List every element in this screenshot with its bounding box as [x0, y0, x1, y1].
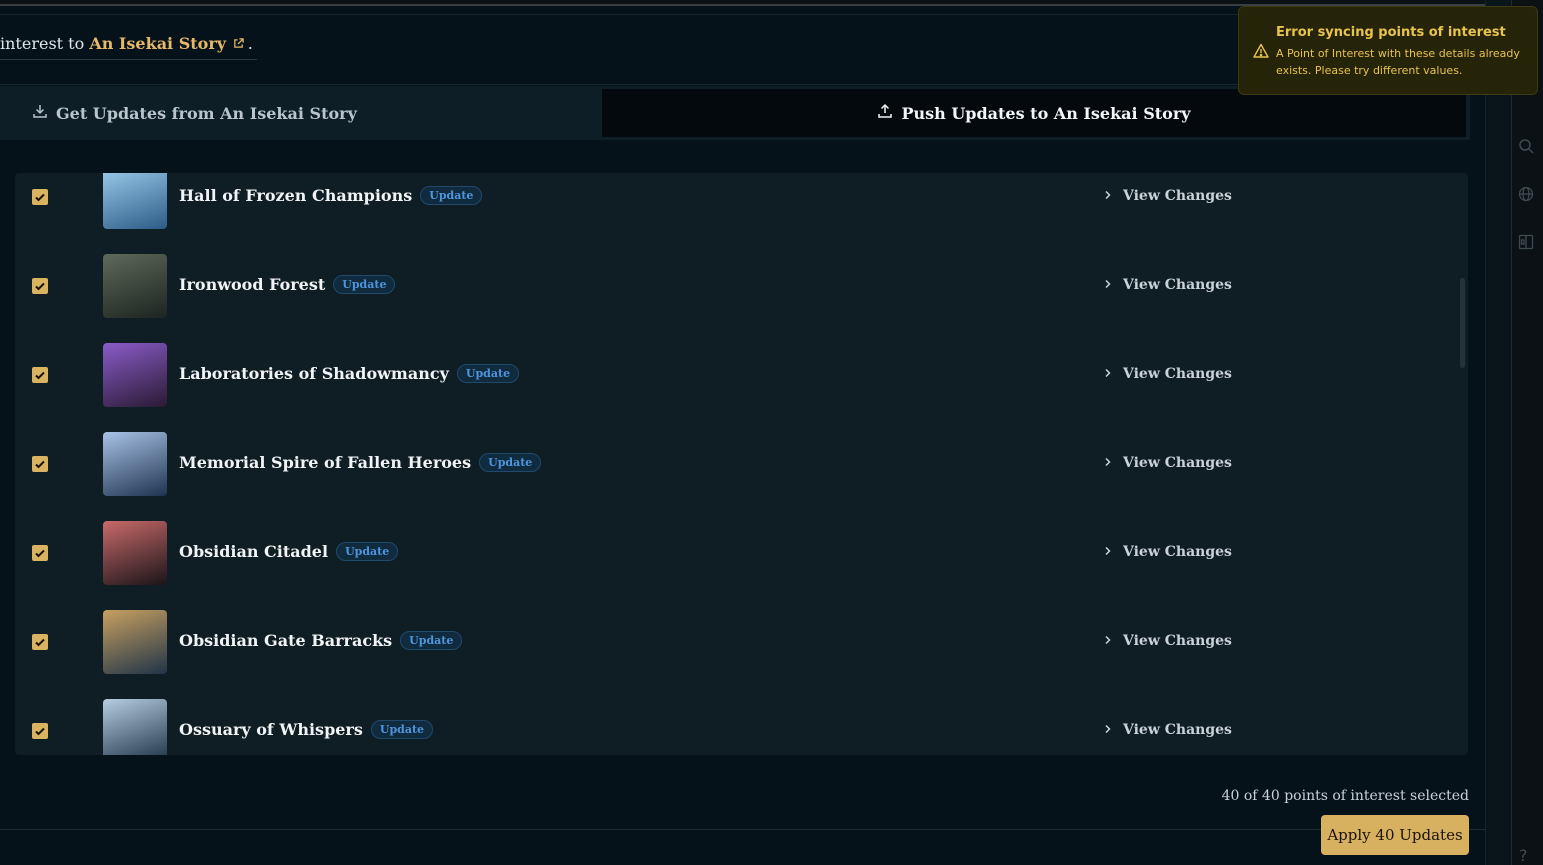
item-checkbox[interactable]: [32, 367, 48, 383]
view-changes-label: View Changes: [1123, 544, 1232, 560]
external-link-icon[interactable]: [229, 38, 248, 52]
list-item[interactable]: Memorial Spire of Fallen Heroes Update Vie…: [15, 420, 1455, 509]
list-item[interactable]: Obsidian Gate Barracks Update View Changes: [15, 598, 1455, 687]
update-badge: Update: [456, 364, 520, 383]
item-checkbox[interactable]: [32, 634, 48, 650]
globe-icon[interactable]: [1518, 186, 1536, 204]
item-thumbnail: [103, 254, 167, 318]
chevron-right-icon: [1103, 188, 1113, 204]
view-changes-label: View Changes: [1123, 455, 1232, 471]
item-thumbnail: [103, 521, 167, 585]
tab-push-updates-label: Push Updates to An Isekai Story: [901, 103, 1191, 123]
footer-divider: [0, 829, 1485, 830]
list-item[interactable]: Obsidian Citadel Update View Changes: [15, 509, 1455, 598]
item-name-label: Ossuary of Whispers: [179, 720, 363, 739]
list-item[interactable]: Ossuary of Whispers Update View Changes: [15, 687, 1455, 755]
item-name-label: Memorial Spire of Fallen Heroes: [179, 453, 472, 472]
update-badge: Update: [479, 453, 542, 472]
update-badge: Update: [336, 542, 399, 561]
item-checkbox[interactable]: [32, 723, 48, 739]
world-link[interactable]: An Isekai Story: [89, 34, 226, 53]
view-changes-button[interactable]: View Changes: [1103, 188, 1232, 204]
view-changes-button[interactable]: View Changes: [1103, 722, 1232, 738]
right-rail: [1511, 0, 1543, 865]
item-thumbnail: [103, 699, 167, 755]
update-badge: Update: [370, 720, 434, 739]
apply-updates-button[interactable]: Apply 40 Updates: [1321, 815, 1469, 855]
item-checkbox[interactable]: [32, 189, 48, 205]
item-thumbnail: [103, 610, 167, 674]
item-thumbnail: [103, 173, 167, 229]
item-name: Laboratories of Shadowmancy Update: [179, 364, 520, 383]
view-changes-button[interactable]: View Changes: [1103, 277, 1232, 293]
item-name: Memorial Spire of Fallen Heroes Update: [179, 453, 542, 472]
item-name-label: Obsidian Citadel: [179, 542, 329, 561]
chevron-right-icon: [1103, 366, 1113, 382]
chevron-right-icon: [1103, 455, 1113, 471]
item-name: Ironwood Forest Update: [179, 275, 396, 294]
chevron-right-icon: [1103, 633, 1113, 649]
toast-message: A Point of Interest with these details a…: [1276, 47, 1520, 77]
view-changes-label: View Changes: [1123, 633, 1232, 649]
view-changes-button[interactable]: View Changes: [1103, 544, 1232, 560]
tab-get-updates-label: Get Updates from An Isekai Story: [56, 103, 357, 123]
list-item[interactable]: Laboratories of Shadowmancy Update View Ch…: [15, 331, 1455, 420]
item-name-label: Obsidian Gate Barracks: [179, 631, 393, 650]
update-badge: Update: [333, 275, 396, 294]
chevron-right-icon: [1103, 277, 1113, 293]
view-changes-label: View Changes: [1123, 277, 1232, 293]
view-changes-button[interactable]: View Changes: [1103, 366, 1232, 382]
error-toast: Error syncing points of interest A Point…: [1238, 6, 1538, 95]
update-badge: Update: [400, 631, 463, 650]
download-icon: [32, 103, 48, 123]
intro-text: interest to An Isekai Story .: [0, 34, 257, 60]
view-changes-label: View Changes: [1123, 722, 1232, 738]
upload-icon: [877, 103, 893, 123]
tab-push-updates[interactable]: Push Updates to An Isekai Story: [602, 89, 1466, 137]
chevron-right-icon: [1103, 544, 1113, 560]
list-item[interactable]: Ironwood Forest Update View Changes: [15, 242, 1455, 331]
item-name-label: Laboratories of Shadowmancy: [179, 364, 449, 383]
item-checkbox[interactable]: [32, 545, 48, 561]
item-name: Hall of Frozen Champions Update: [179, 186, 483, 205]
intro-suffix: .: [247, 34, 253, 53]
list-scrollbar-thumb[interactable]: [1460, 278, 1465, 368]
item-name: Obsidian Citadel Update: [179, 542, 399, 561]
right-gutter: [1485, 0, 1511, 865]
item-name: Ossuary of Whispers Update: [179, 720, 434, 739]
toast-title: Error syncing points of interest: [1276, 25, 1506, 40]
item-name: Obsidian Gate Barracks Update: [179, 631, 463, 650]
warning-icon: [1253, 43, 1269, 59]
item-thumbnail: [103, 343, 167, 407]
view-changes-button[interactable]: View Changes: [1103, 455, 1232, 471]
view-changes-label: View Changes: [1123, 188, 1232, 204]
update-badge: Update: [420, 186, 483, 205]
panel-toggle-icon[interactable]: [1518, 234, 1536, 252]
selected-count: 40 of 40 points of interest selected: [1221, 788, 1469, 804]
list-item[interactable]: Hall of Frozen Champions Update View Chang…: [15, 173, 1455, 242]
chevron-right-icon: [1103, 722, 1113, 738]
search-icon[interactable]: [1518, 138, 1536, 156]
item-thumbnail: [103, 432, 167, 496]
help-icon[interactable]: ?: [1519, 846, 1528, 865]
view-changes-label: View Changes: [1123, 366, 1232, 382]
tab-get-updates[interactable]: Get Updates from An Isekai Story: [0, 86, 600, 140]
item-checkbox[interactable]: [32, 278, 48, 294]
item-checkbox[interactable]: [32, 456, 48, 472]
list-scrollbar-track[interactable]: [1459, 178, 1465, 750]
view-changes-button[interactable]: View Changes: [1103, 633, 1232, 649]
points-of-interest-list[interactable]: Hall of Frozen Champions Update View Chang…: [15, 173, 1468, 755]
item-name-label: Ironwood Forest: [179, 275, 326, 294]
item-name-label: Hall of Frozen Champions: [179, 186, 413, 205]
intro-prefix: interest to: [0, 34, 90, 53]
